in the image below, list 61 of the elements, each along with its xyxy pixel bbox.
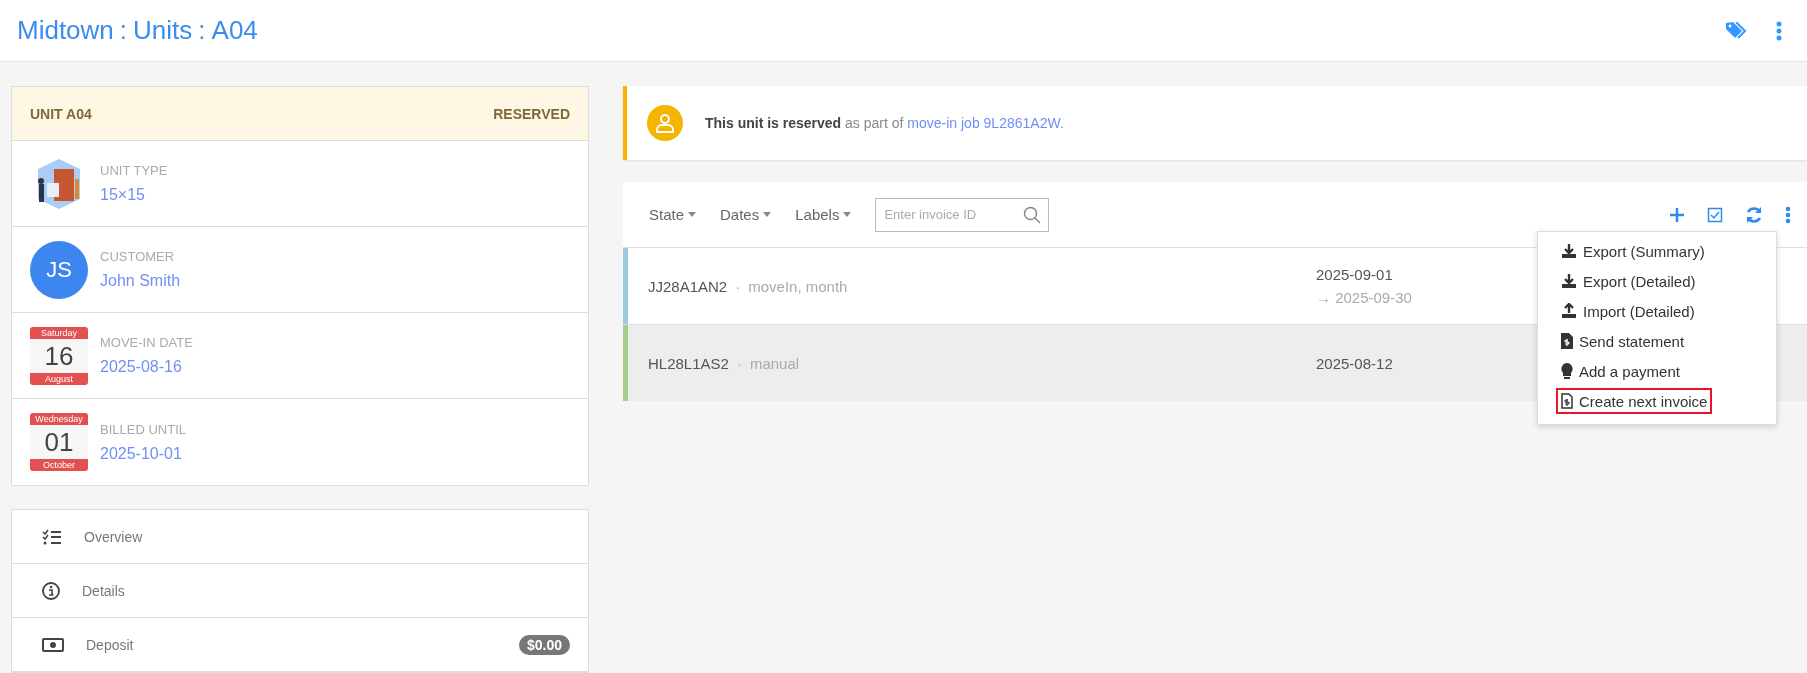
filter-dropdown[interactable]: Dates bbox=[720, 206, 772, 223]
invoice-id: JJ28A1AN2 bbox=[648, 277, 728, 295]
menu-item[interactable]: Add a payment bbox=[1558, 356, 1683, 386]
nav-item-label[interactable]: Overview bbox=[84, 528, 570, 545]
separator-dot: · bbox=[735, 277, 741, 295]
field-label: CUSTOMER bbox=[100, 249, 176, 264]
lightbulb-dollar-icon bbox=[1561, 363, 1573, 379]
more-options-icon[interactable] bbox=[1776, 20, 1782, 41]
field-label: UNIT TYPE bbox=[100, 163, 168, 178]
breadcrumb-link[interactable]: Units bbox=[133, 15, 193, 46]
separator-dot: · bbox=[736, 354, 742, 372]
filter-dropdown[interactable]: Labels bbox=[795, 206, 852, 223]
user-icon bbox=[647, 105, 683, 141]
move-in-job-link[interactable]: move-in job 9L2861A2W bbox=[907, 115, 1060, 131]
nav-item-label[interactable]: Details bbox=[82, 582, 570, 599]
caret-icon bbox=[688, 212, 697, 217]
checkbox-icon[interactable] bbox=[1707, 206, 1723, 223]
checklist-icon bbox=[42, 528, 62, 545]
upload-icon bbox=[1561, 303, 1577, 319]
breadcrumb-separator: : bbox=[198, 15, 206, 46]
field-label: MOVE-IN DATE bbox=[100, 335, 193, 350]
field-label: BILLED UNTIL bbox=[100, 421, 186, 437]
amount-badge: $0.00 bbox=[518, 634, 570, 655]
breadcrumb-link[interactable]: A04 bbox=[211, 15, 258, 46]
banner-message: This unit is reserved as part of move-in job 9L2861A2W. bbox=[705, 115, 1064, 131]
menu-item[interactable]: Export (Detailed) bbox=[1558, 266, 1699, 296]
more-options-icon[interactable] bbox=[1785, 205, 1791, 224]
download-icon bbox=[1561, 273, 1577, 289]
unit-title: UNIT A04 bbox=[30, 105, 92, 122]
field-value-link[interactable]: 2025-10-01 bbox=[100, 444, 186, 463]
invoice-date: 2025-08-12 bbox=[1316, 354, 1393, 372]
search-field[interactable]: Enter invoice ID bbox=[875, 197, 1050, 232]
field-value-link[interactable]: 2025-08-16 bbox=[100, 358, 193, 376]
nav-item-label[interactable]: Deposit bbox=[86, 636, 497, 653]
menu-item[interactable]: Send statement bbox=[1558, 326, 1688, 356]
invoice-end-date: → 2025-09-30 bbox=[1316, 289, 1412, 306]
banknote-icon bbox=[42, 637, 64, 652]
document-dollar-icon bbox=[1561, 393, 1573, 409]
add-icon[interactable] bbox=[1669, 206, 1685, 223]
tags-icon[interactable] bbox=[1726, 21, 1748, 40]
invoice-tags: moveIn, month bbox=[748, 277, 848, 295]
caret-icon bbox=[763, 212, 772, 217]
menu-item[interactable]: Import (Detailed) bbox=[1558, 296, 1698, 326]
customer-avatar: JS bbox=[30, 240, 88, 299]
document-dollar-icon bbox=[1561, 333, 1573, 349]
info-icon bbox=[42, 581, 60, 600]
field-value-link[interactable]: 15×15 bbox=[100, 186, 168, 204]
search-icon bbox=[1023, 205, 1042, 224]
calendar-date: Saturday 16 August bbox=[30, 326, 88, 385]
invoice-tags: manual bbox=[749, 354, 800, 372]
breadcrumb-link[interactable]: Midtown bbox=[17, 15, 114, 46]
breadcrumb-separator: : bbox=[119, 15, 128, 46]
invoice-date: 2025-09-01 bbox=[1316, 266, 1394, 283]
field-value-link[interactable]: John Smith bbox=[100, 272, 181, 290]
calendar-date: Wednesday 01 October bbox=[30, 413, 88, 471]
unit-status: RESERVED bbox=[493, 105, 570, 122]
refresh-icon[interactable] bbox=[1745, 205, 1763, 224]
download-icon bbox=[1561, 243, 1577, 259]
invoice-id: HL28L1AS2 bbox=[648, 354, 729, 372]
caret-icon bbox=[843, 212, 852, 217]
filter-dropdown[interactable]: State bbox=[649, 206, 697, 223]
